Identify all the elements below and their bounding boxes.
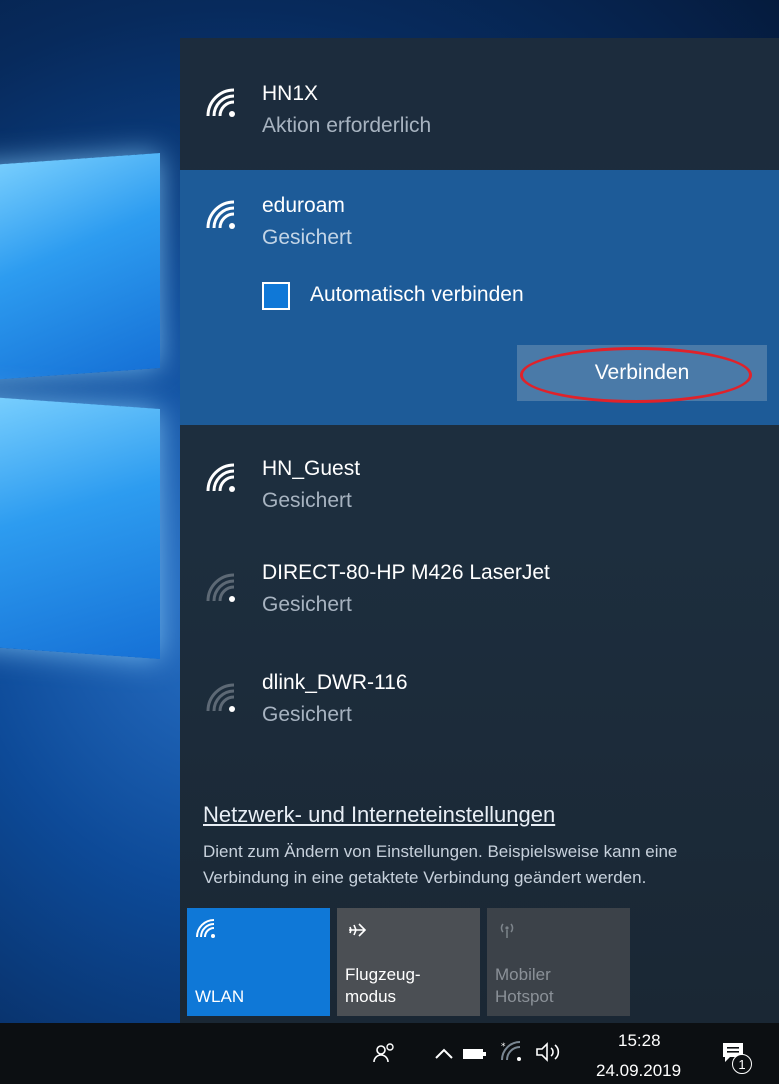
network-flyout: HN1X Aktion erforderlich eduroam Gesiche… xyxy=(180,38,779,1023)
wifi-signal-weak-icon xyxy=(206,573,235,602)
windows-logo-pane-top xyxy=(0,153,160,382)
wifi-signal-weak-icon xyxy=(206,683,235,712)
people-icon[interactable] xyxy=(372,1040,398,1066)
network-name: eduroam xyxy=(262,194,345,217)
chevron-up-icon[interactable] xyxy=(433,1044,455,1062)
network-status: Gesichert xyxy=(262,489,352,512)
connect-button[interactable]: Verbinden xyxy=(517,345,767,401)
network-status: Gesichert xyxy=(262,593,352,616)
network-item-dlink[interactable]: dlink_DWR-116 Gesichert xyxy=(180,647,779,757)
battery-icon[interactable] xyxy=(462,1046,488,1062)
network-item-direct-hp[interactable]: DIRECT-80-HP M426 LaserJet Gesichert xyxy=(180,537,779,647)
network-settings-link[interactable]: Netzwerk- und Interneteinstellungen xyxy=(203,802,555,828)
wifi-signal-full-icon xyxy=(206,200,235,229)
hotspot-icon xyxy=(500,923,514,938)
network-item-eduroam[interactable]: eduroam Gesichert Automatisch verbinden … xyxy=(180,170,779,425)
network-item-hn1x[interactable]: HN1X Aktion erforderlich xyxy=(180,38,779,170)
wifi-tray-icon[interactable]: * xyxy=(500,1040,524,1064)
wifi-icon xyxy=(196,919,215,938)
wifi-signal-full-icon xyxy=(206,88,235,117)
network-status: Aktion erforderlich xyxy=(262,114,432,137)
network-name: dlink_DWR-116 xyxy=(262,671,408,694)
network-status: Gesichert xyxy=(262,226,352,249)
network-status: Gesichert xyxy=(262,703,352,726)
auto-connect-checkbox[interactable] xyxy=(262,282,290,310)
windows-logo-pane-bottom xyxy=(0,395,160,659)
tile-label: Mobiler Hotspot xyxy=(495,965,554,1006)
clock-date[interactable]: 24.09.2019 xyxy=(596,1061,681,1081)
network-name: DIRECT-80-HP M426 LaserJet xyxy=(262,561,550,584)
wlan-toggle-tile[interactable]: WLAN xyxy=(187,908,330,1016)
volume-icon[interactable] xyxy=(534,1040,566,1064)
tile-label: WLAN xyxy=(195,987,245,1006)
airplane-mode-tile[interactable]: Flugzeug- modus xyxy=(337,908,480,1016)
notification-count-badge: 1 xyxy=(732,1054,752,1074)
network-name: HN1X xyxy=(262,82,319,105)
auto-connect-label: Automatisch verbinden xyxy=(310,283,524,306)
network-name: HN_Guest xyxy=(262,457,361,480)
network-item-hn-guest[interactable]: HN_Guest Gesichert xyxy=(180,425,779,537)
action-center-button[interactable]: 1 xyxy=(720,1040,756,1076)
tile-label: Flugzeug- modus xyxy=(345,965,421,1006)
network-settings-description: Dient zum Ändern von Einstellungen. Beis… xyxy=(203,842,678,887)
wifi-signal-full-icon xyxy=(206,463,235,492)
svg-text:*: * xyxy=(501,1042,506,1052)
clock-time[interactable]: 15:28 xyxy=(618,1031,661,1051)
mobile-hotspot-tile[interactable]: Mobiler Hotspot xyxy=(487,908,630,1016)
airplane-icon xyxy=(349,923,367,937)
